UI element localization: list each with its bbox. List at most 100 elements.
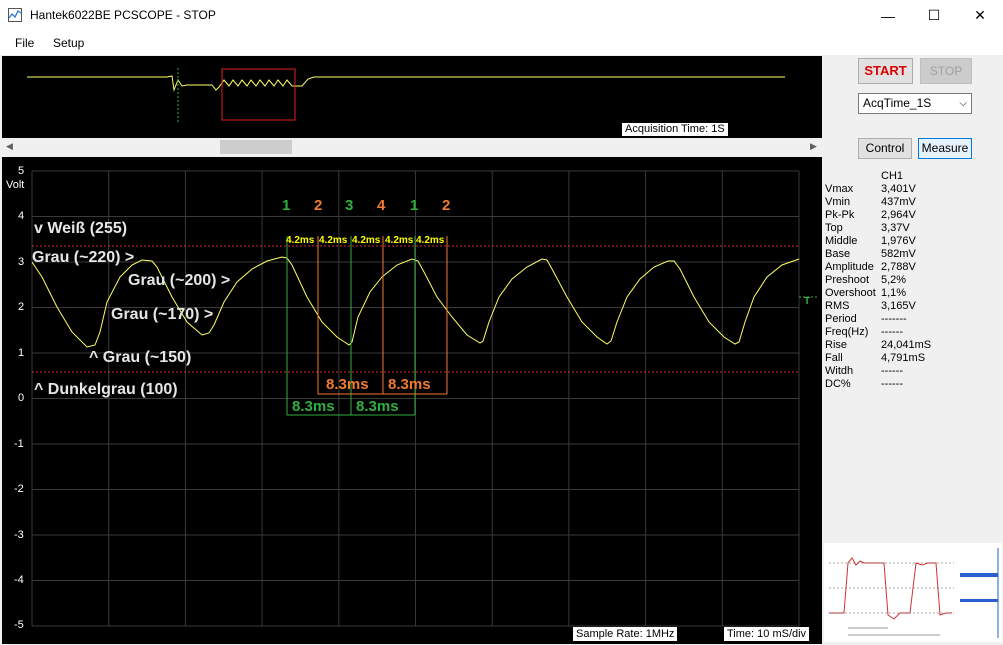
- stop-button[interactable]: STOP: [920, 58, 972, 84]
- measurement-value: 2,964V: [881, 209, 916, 221]
- menu-bar: File Setup: [0, 31, 1003, 55]
- y-tick-label: 5: [18, 165, 25, 177]
- measurement-value: 1,976V: [881, 235, 916, 247]
- interval-label-small: 4.2ms: [416, 235, 445, 246]
- measurement-row: Overshoot 1,1%: [825, 287, 1000, 300]
- scroll-left-icon[interactable]: ◀: [6, 141, 13, 152]
- measurement-value: 437mV: [881, 196, 916, 208]
- y-tick-label: 0: [18, 392, 25, 404]
- interval-label-small: 4.2ms: [286, 235, 315, 246]
- y-tick-label: 4: [18, 210, 25, 222]
- measurement-value: -------: [881, 313, 907, 325]
- y-tick-label: -3: [14, 529, 24, 541]
- minimize-button[interactable]: —: [865, 0, 911, 31]
- start-button[interactable]: START: [858, 58, 913, 84]
- control-tab-button[interactable]: Control: [858, 138, 912, 159]
- sample-rate-label: Sample Rate: 1MHz: [573, 627, 678, 641]
- measure-tab-button[interactable]: Measure: [918, 138, 972, 159]
- y-tick-label: -5: [14, 619, 24, 631]
- scroll-right-icon[interactable]: ▶: [810, 141, 817, 152]
- pulse-number: 4: [377, 197, 386, 214]
- interval-label-small: 4.2ms: [319, 235, 348, 246]
- interval-label-big: 8.3ms: [356, 398, 399, 415]
- measurement-row: Witdh ------: [825, 365, 1000, 378]
- measurement-value: 3,37V: [881, 222, 910, 234]
- measurement-name: DC%: [825, 378, 851, 390]
- measurement-name: Witdh: [825, 365, 854, 377]
- measurement-row: Vmin 437mV: [825, 196, 1000, 209]
- overview-view-window[interactable]: [221, 68, 296, 121]
- y-tick-label: 3: [18, 256, 25, 268]
- measurement-row: Rise 24,041mS: [825, 339, 1000, 352]
- measurement-row: Middle 1,976V: [825, 235, 1000, 248]
- channel-header: CH1: [881, 170, 904, 182]
- annotation-grau-200: Grau (~200) >: [128, 272, 231, 289]
- trigger-marker-icon[interactable]: T: [804, 296, 810, 307]
- interval-label-small: 4.2ms: [352, 235, 381, 246]
- annotation-grau-220: Grau (~220) >: [32, 249, 135, 266]
- scroll-thumb[interactable]: [220, 140, 292, 154]
- measurement-row: Top 3,37V: [825, 222, 1000, 235]
- pulse-number: 2: [442, 197, 451, 214]
- y-unit-label: Volt: [6, 179, 25, 191]
- scope-display[interactable]: 5 Volt 4 3 2 1 0 -1 -2 -3 -4 -5 v Weiß (…: [2, 157, 822, 644]
- horizontal-scrollbar[interactable]: ◀ ▶: [2, 138, 822, 157]
- menu-setup[interactable]: Setup: [53, 36, 84, 50]
- measurement-name: Middle: [825, 235, 858, 247]
- measurement-value: 1,1%: [881, 287, 907, 299]
- close-button[interactable]: ✕: [957, 0, 1003, 31]
- measurement-row: Fall 4,791mS: [825, 352, 1000, 365]
- measurement-row: Pk-Pk 2,964V: [825, 209, 1000, 222]
- measurement-value: 2,788V: [881, 261, 916, 273]
- measurement-row: Period -------: [825, 313, 1000, 326]
- measurement-name: Fall: [825, 352, 843, 364]
- pulse-number: 1: [410, 197, 419, 214]
- measurement-name: Vmax: [825, 183, 854, 195]
- measurement-name: RMS: [825, 300, 850, 312]
- y-tick-label: -4: [14, 574, 24, 586]
- measurement-value: 5,2%: [881, 274, 907, 286]
- annotation-grau-150: ^ Grau (~150): [89, 349, 192, 366]
- measurement-row: Base 582mV: [825, 248, 1000, 261]
- menu-file[interactable]: File: [15, 36, 34, 50]
- acq-time-select[interactable]: AcqTime_1S ⌵: [858, 93, 972, 114]
- pulse-number: 2: [314, 197, 323, 214]
- measurement-value: 582mV: [881, 248, 916, 260]
- measurement-row: RMS 3,165V: [825, 300, 1000, 313]
- interval-label-big: 8.3ms: [292, 398, 335, 415]
- measurement-value: ------: [881, 365, 903, 377]
- measurement-name: Pk-Pk: [825, 209, 855, 221]
- measurement-value: 4,791mS: [881, 352, 926, 364]
- interval-label-big: 8.3ms: [388, 376, 431, 393]
- measurement-name: Base: [825, 248, 851, 260]
- annotation-grau-170: Grau (~170) >: [111, 306, 214, 323]
- maximize-button[interactable]: ☐: [911, 0, 957, 31]
- measurement-row: Amplitude 2,788V: [825, 261, 1000, 274]
- measurement-name: Rise: [825, 339, 848, 351]
- y-tick-label: -1: [14, 438, 24, 450]
- measurement-name: Vmin: [825, 196, 851, 208]
- time-div-label: Time: 10 mS/div: [724, 627, 810, 641]
- acq-time-value: AcqTime_1S: [863, 96, 932, 110]
- annotation-weiss: v Weiß (255): [34, 220, 128, 237]
- title-bar: Hantek6022BE PCSCOPE - STOP — ☐ ✕: [0, 0, 1003, 31]
- measurement-row: Freq(Hz) ------: [825, 326, 1000, 339]
- y-tick-label: 2: [18, 301, 25, 313]
- window-title: Hantek6022BE PCSCOPE - STOP: [30, 8, 216, 22]
- chevron-down-icon: ⌵: [959, 98, 967, 109]
- measurement-row: Vmax 3,401V: [825, 183, 1000, 196]
- interval-label-big: 8.3ms: [326, 376, 369, 393]
- pulse-number: 3: [345, 197, 354, 214]
- measurement-name: Freq(Hz): [825, 326, 869, 338]
- acquisition-time-label: Acquisition Time: 1S: [622, 123, 728, 136]
- app-icon: [8, 8, 22, 22]
- measurement-name: Preshoot: [825, 274, 870, 286]
- measurement-row: DC% ------: [825, 378, 1000, 391]
- measurement-row: Preshoot 5,2%: [825, 274, 1000, 287]
- measurement-name: Period: [825, 313, 857, 325]
- measurement-value: ------: [881, 326, 903, 338]
- measurement-name: Overshoot: [825, 287, 876, 299]
- measurement-value: 3,401V: [881, 183, 916, 195]
- measurement-name: Amplitude: [825, 261, 874, 273]
- y-tick-label: -2: [14, 483, 24, 495]
